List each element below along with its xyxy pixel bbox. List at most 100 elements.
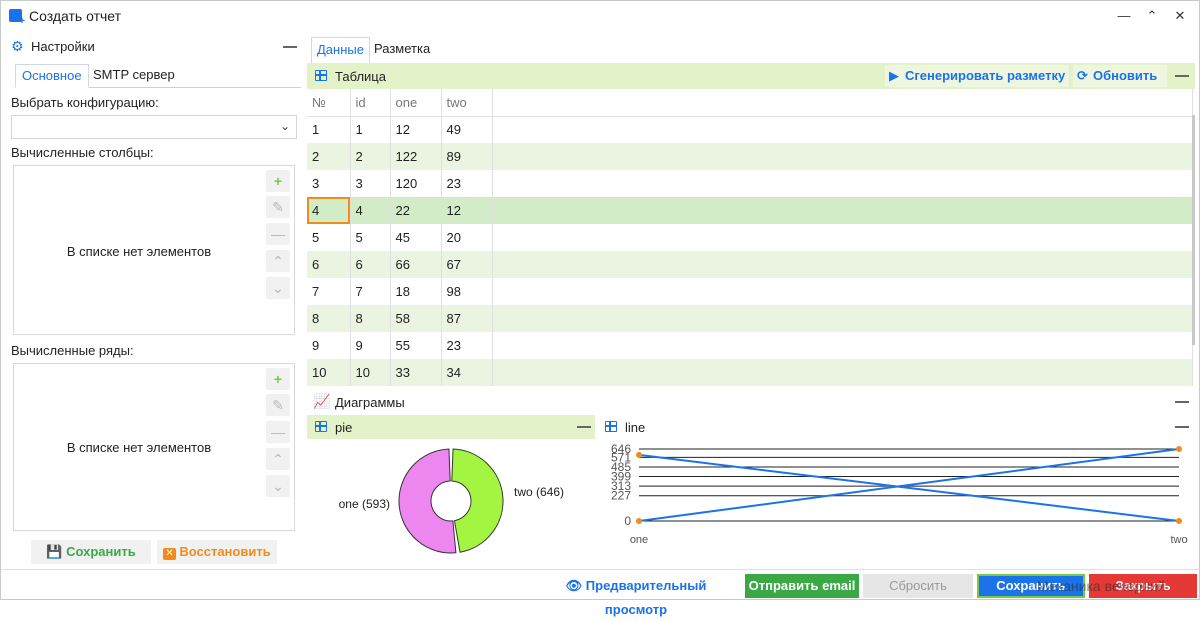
tab-data[interactable]: Данные bbox=[311, 37, 370, 63]
table-cell[interactable]: 3 bbox=[350, 170, 391, 197]
column-header[interactable]: one bbox=[390, 89, 442, 117]
move-down-column-button[interactable]: ⌄ bbox=[266, 277, 290, 299]
table-cell[interactable]: 120 bbox=[390, 170, 442, 197]
remove-row-button[interactable]: — bbox=[266, 421, 290, 443]
send-email-button[interactable]: Отправить email bbox=[745, 574, 859, 598]
table-cell[interactable]: 5 bbox=[350, 224, 391, 251]
title-bar: Создать отчет — ⌃ ✕ bbox=[1, 1, 1199, 31]
column-header[interactable]: № bbox=[307, 89, 351, 117]
column-header[interactable]: id bbox=[350, 89, 391, 117]
table-row[interactable]: 3 3 120 23 bbox=[307, 170, 1193, 197]
table-cell[interactable]: 6 bbox=[350, 251, 391, 278]
minimize-icon[interactable]: — bbox=[1113, 5, 1135, 27]
table-cell[interactable]: 1 bbox=[307, 116, 351, 143]
table-section-title: Таблица bbox=[335, 69, 386, 84]
table-cell[interactable]: 23 bbox=[441, 170, 493, 197]
table-cell[interactable]: 23 bbox=[441, 332, 493, 359]
collapse-line-icon[interactable] bbox=[1175, 426, 1189, 428]
x-tick-label: one bbox=[630, 534, 648, 546]
table-row[interactable]: 4 4 22 12 bbox=[307, 197, 1193, 224]
close-icon[interactable]: ✕ bbox=[1169, 5, 1191, 27]
tab-smtp[interactable]: SMTP сервер bbox=[87, 64, 181, 88]
charts-section-title: Диаграммы bbox=[335, 395, 405, 410]
table-cell[interactable]: 5 bbox=[307, 224, 351, 251]
table-cell[interactable]: 34 bbox=[441, 359, 493, 386]
refresh-button[interactable]: ⟳ Обновить bbox=[1073, 65, 1167, 87]
table-cell[interactable]: 4 bbox=[307, 197, 351, 224]
table-row[interactable]: 5 5 45 20 bbox=[307, 224, 1193, 251]
table-cell[interactable]: 8 bbox=[350, 305, 391, 332]
table-cell[interactable]: 9 bbox=[350, 332, 391, 359]
table-cell[interactable]: 6 bbox=[307, 251, 351, 278]
pie-chart-title: pie bbox=[335, 420, 353, 435]
table-cell[interactable]: 18 bbox=[390, 278, 442, 305]
empty-list-text: В списке нет элементов bbox=[66, 440, 212, 455]
collapse-pie-icon[interactable] bbox=[577, 426, 591, 428]
pie-slice-two bbox=[398, 448, 457, 554]
table-cell[interactable]: 2 bbox=[307, 143, 351, 170]
table-row[interactable]: 2 2 122 89 bbox=[307, 143, 1193, 170]
reset-button[interactable]: Сбросить bbox=[863, 574, 973, 598]
table-cell[interactable]: 1 bbox=[350, 116, 391, 143]
add-row-button[interactable]: + bbox=[266, 368, 290, 390]
table-row[interactable]: 1 1 12 49 bbox=[307, 116, 1193, 143]
data-point bbox=[1176, 446, 1182, 452]
collapse-table-icon[interactable] bbox=[1175, 75, 1189, 77]
table-cell[interactable]: 55 bbox=[390, 332, 442, 359]
table-cell[interactable]: 12 bbox=[390, 116, 442, 143]
table-cell[interactable]: 66 bbox=[390, 251, 442, 278]
table-cell[interactable]: 49 bbox=[441, 116, 493, 143]
table-row[interactable]: 7 7 18 98 bbox=[307, 278, 1193, 305]
table-cell[interactable]: 89 bbox=[441, 143, 493, 170]
remove-column-button[interactable]: — bbox=[266, 223, 290, 245]
table-cell[interactable]: 20 bbox=[441, 224, 493, 251]
edit-row-button[interactable]: ✎ bbox=[266, 394, 290, 416]
table-cell[interactable]: 3 bbox=[307, 170, 351, 197]
edit-column-button[interactable]: ✎ bbox=[266, 196, 290, 218]
table-cell[interactable]: 87 bbox=[441, 305, 493, 332]
maximize-icon[interactable]: ⌃ bbox=[1141, 5, 1163, 27]
column-header[interactable]: two bbox=[441, 89, 493, 117]
table-cell[interactable]: 58 bbox=[390, 305, 442, 332]
table-row[interactable]: 10 10 33 34 bbox=[307, 359, 1193, 386]
table-cell[interactable]: 10 bbox=[350, 359, 391, 386]
save-button[interactable]: Сохранить bbox=[977, 574, 1085, 598]
close-button[interactable]: Закрыть bbox=[1089, 574, 1197, 598]
table-cell[interactable]: 33 bbox=[390, 359, 442, 386]
add-column-button[interactable]: + bbox=[266, 170, 290, 192]
table-cell[interactable]: 45 bbox=[390, 224, 442, 251]
table-cell[interactable]: 12 bbox=[441, 197, 493, 224]
move-up-column-button[interactable]: ⌃ bbox=[266, 250, 290, 272]
table-cell-filler bbox=[492, 332, 1193, 359]
pie-chart-panel: pie one (593) two (646) bbox=[307, 415, 595, 563]
config-select[interactable]: ⌄ bbox=[11, 115, 297, 139]
table-cell[interactable]: 4 bbox=[350, 197, 391, 224]
table-cell[interactable]: 22 bbox=[390, 197, 442, 224]
move-down-row-button[interactable]: ⌄ bbox=[266, 475, 290, 497]
save-settings-button[interactable]: 💾 Сохранить bbox=[31, 540, 151, 564]
table-cell[interactable]: 98 bbox=[441, 278, 493, 305]
generate-layout-button[interactable]: ▶ Сгенерировать разметку bbox=[885, 65, 1069, 87]
restore-settings-button[interactable]: ✕ Восстановить bbox=[157, 540, 277, 564]
table-cell[interactable]: 67 bbox=[441, 251, 493, 278]
tab-basic[interactable]: Основное bbox=[15, 64, 89, 88]
computed-rows-list[interactable]: В списке нет элементов + ✎ — ⌃ ⌄ bbox=[13, 363, 295, 531]
table-cell[interactable]: 8 bbox=[307, 305, 351, 332]
collapse-charts-icon[interactable] bbox=[1175, 401, 1189, 403]
table-cell[interactable]: 7 bbox=[350, 278, 391, 305]
table-cell[interactable]: 2 bbox=[350, 143, 391, 170]
preview-button[interactable]: 👁 Предварительный просмотр bbox=[533, 574, 739, 617]
computed-columns-list[interactable]: В списке нет элементов + ✎ — ⌃ ⌄ bbox=[13, 165, 295, 335]
table-cell[interactable]: 9 bbox=[307, 332, 351, 359]
table-row[interactable]: 6 6 66 67 bbox=[307, 251, 1193, 278]
charts-section-header: 📈 Диаграммы bbox=[307, 389, 1195, 415]
tab-layout[interactable]: Разметка bbox=[369, 37, 435, 63]
move-up-row-button[interactable]: ⌃ bbox=[266, 448, 290, 470]
table-row[interactable]: 9 9 55 23 bbox=[307, 332, 1193, 359]
collapse-settings-icon[interactable] bbox=[283, 46, 297, 48]
table-row[interactable]: 8 8 58 87 bbox=[307, 305, 1193, 332]
table-scrollbar[interactable] bbox=[1192, 115, 1195, 345]
table-cell[interactable]: 7 bbox=[307, 278, 351, 305]
table-cell[interactable]: 122 bbox=[390, 143, 442, 170]
table-cell[interactable]: 10 bbox=[307, 359, 351, 386]
